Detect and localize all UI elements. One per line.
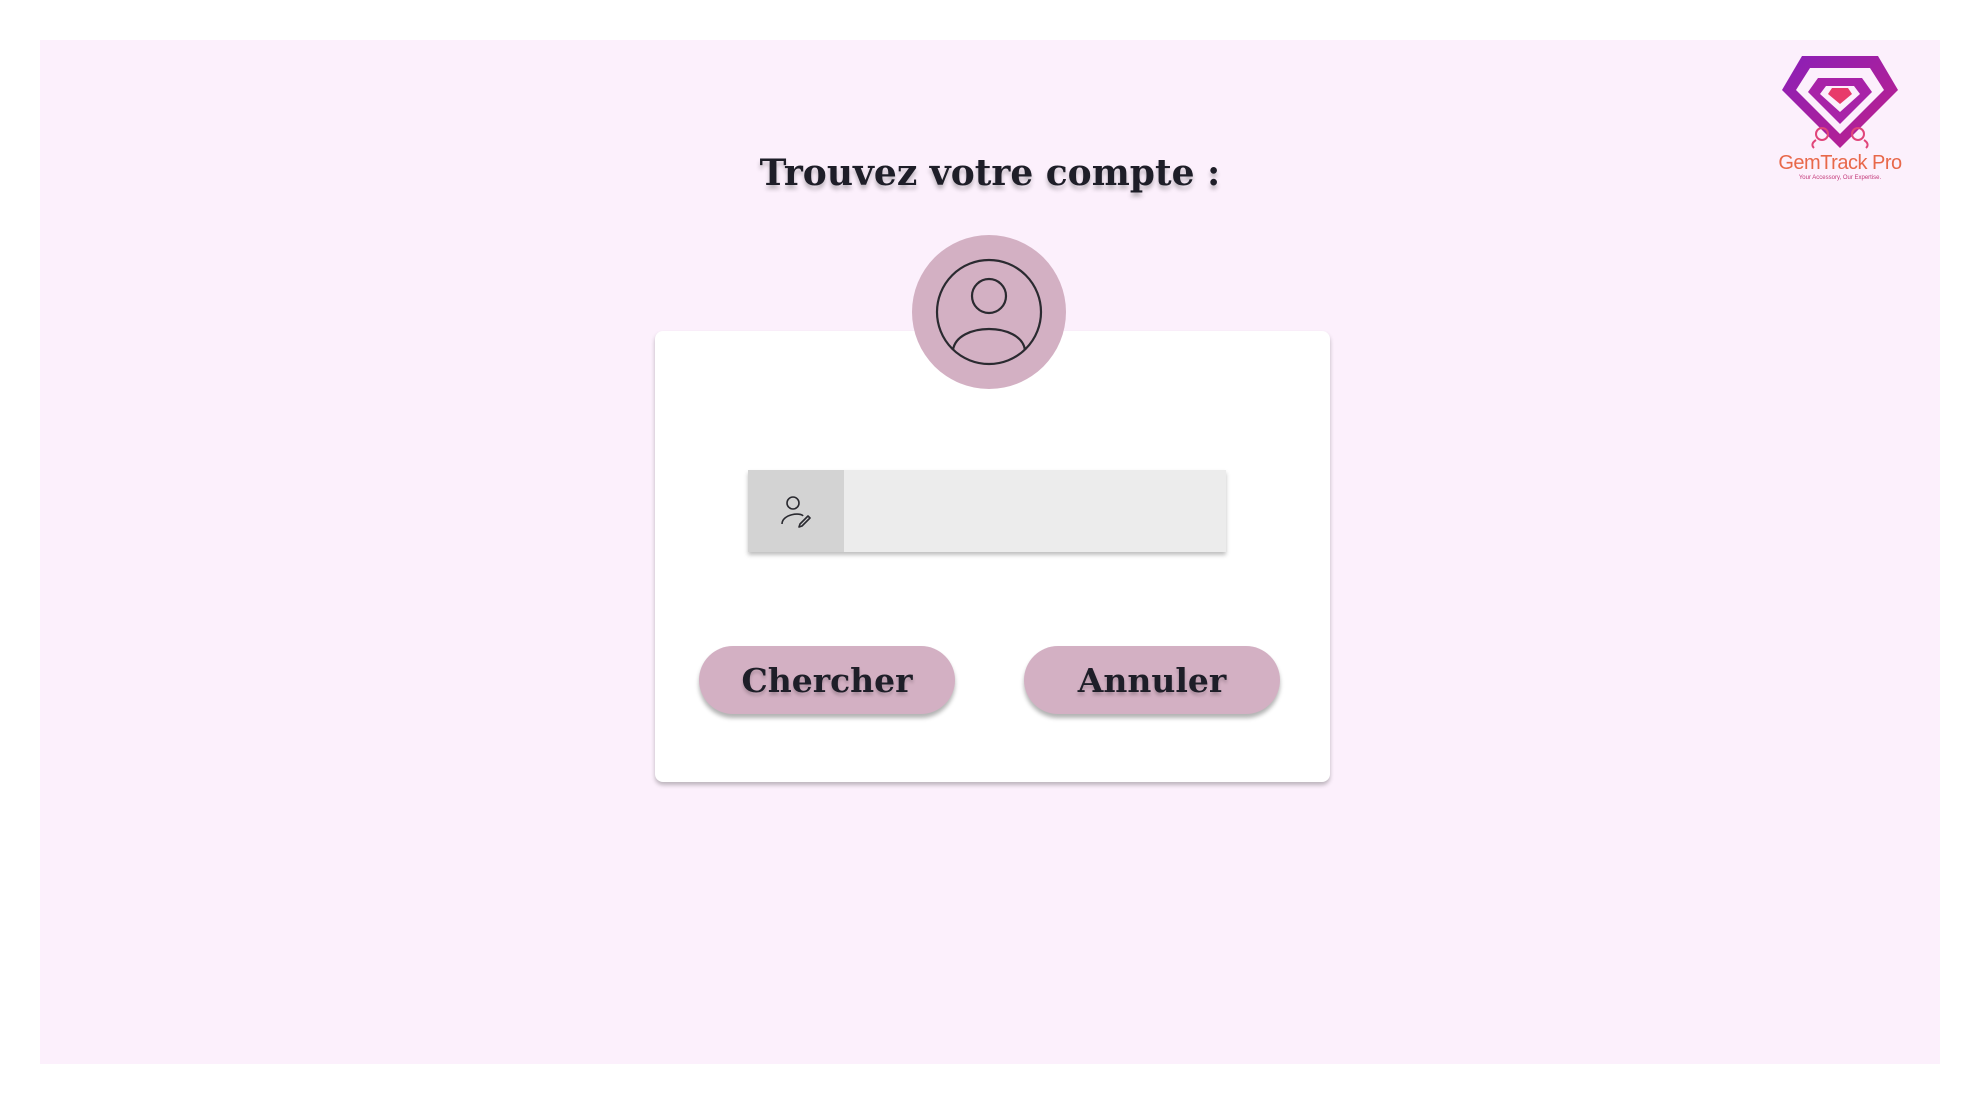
- user-avatar-icon: [935, 258, 1043, 366]
- search-button[interactable]: Chercher: [699, 646, 955, 714]
- cancel-button[interactable]: Annuler: [1024, 646, 1280, 714]
- account-search-field[interactable]: [748, 470, 1226, 552]
- find-account-card: [655, 331, 1330, 782]
- page-title: Trouvez votre compte :: [759, 152, 1221, 194]
- app-screen: GemTrack Pro Your Accessory, Our Experti…: [40, 40, 1940, 1064]
- account-search-input[interactable]: [844, 470, 1226, 552]
- user-edit-icon: [781, 496, 811, 528]
- avatar: [912, 235, 1066, 389]
- diamond-icon: [1782, 56, 1898, 149]
- field-icon-box: [748, 470, 844, 552]
